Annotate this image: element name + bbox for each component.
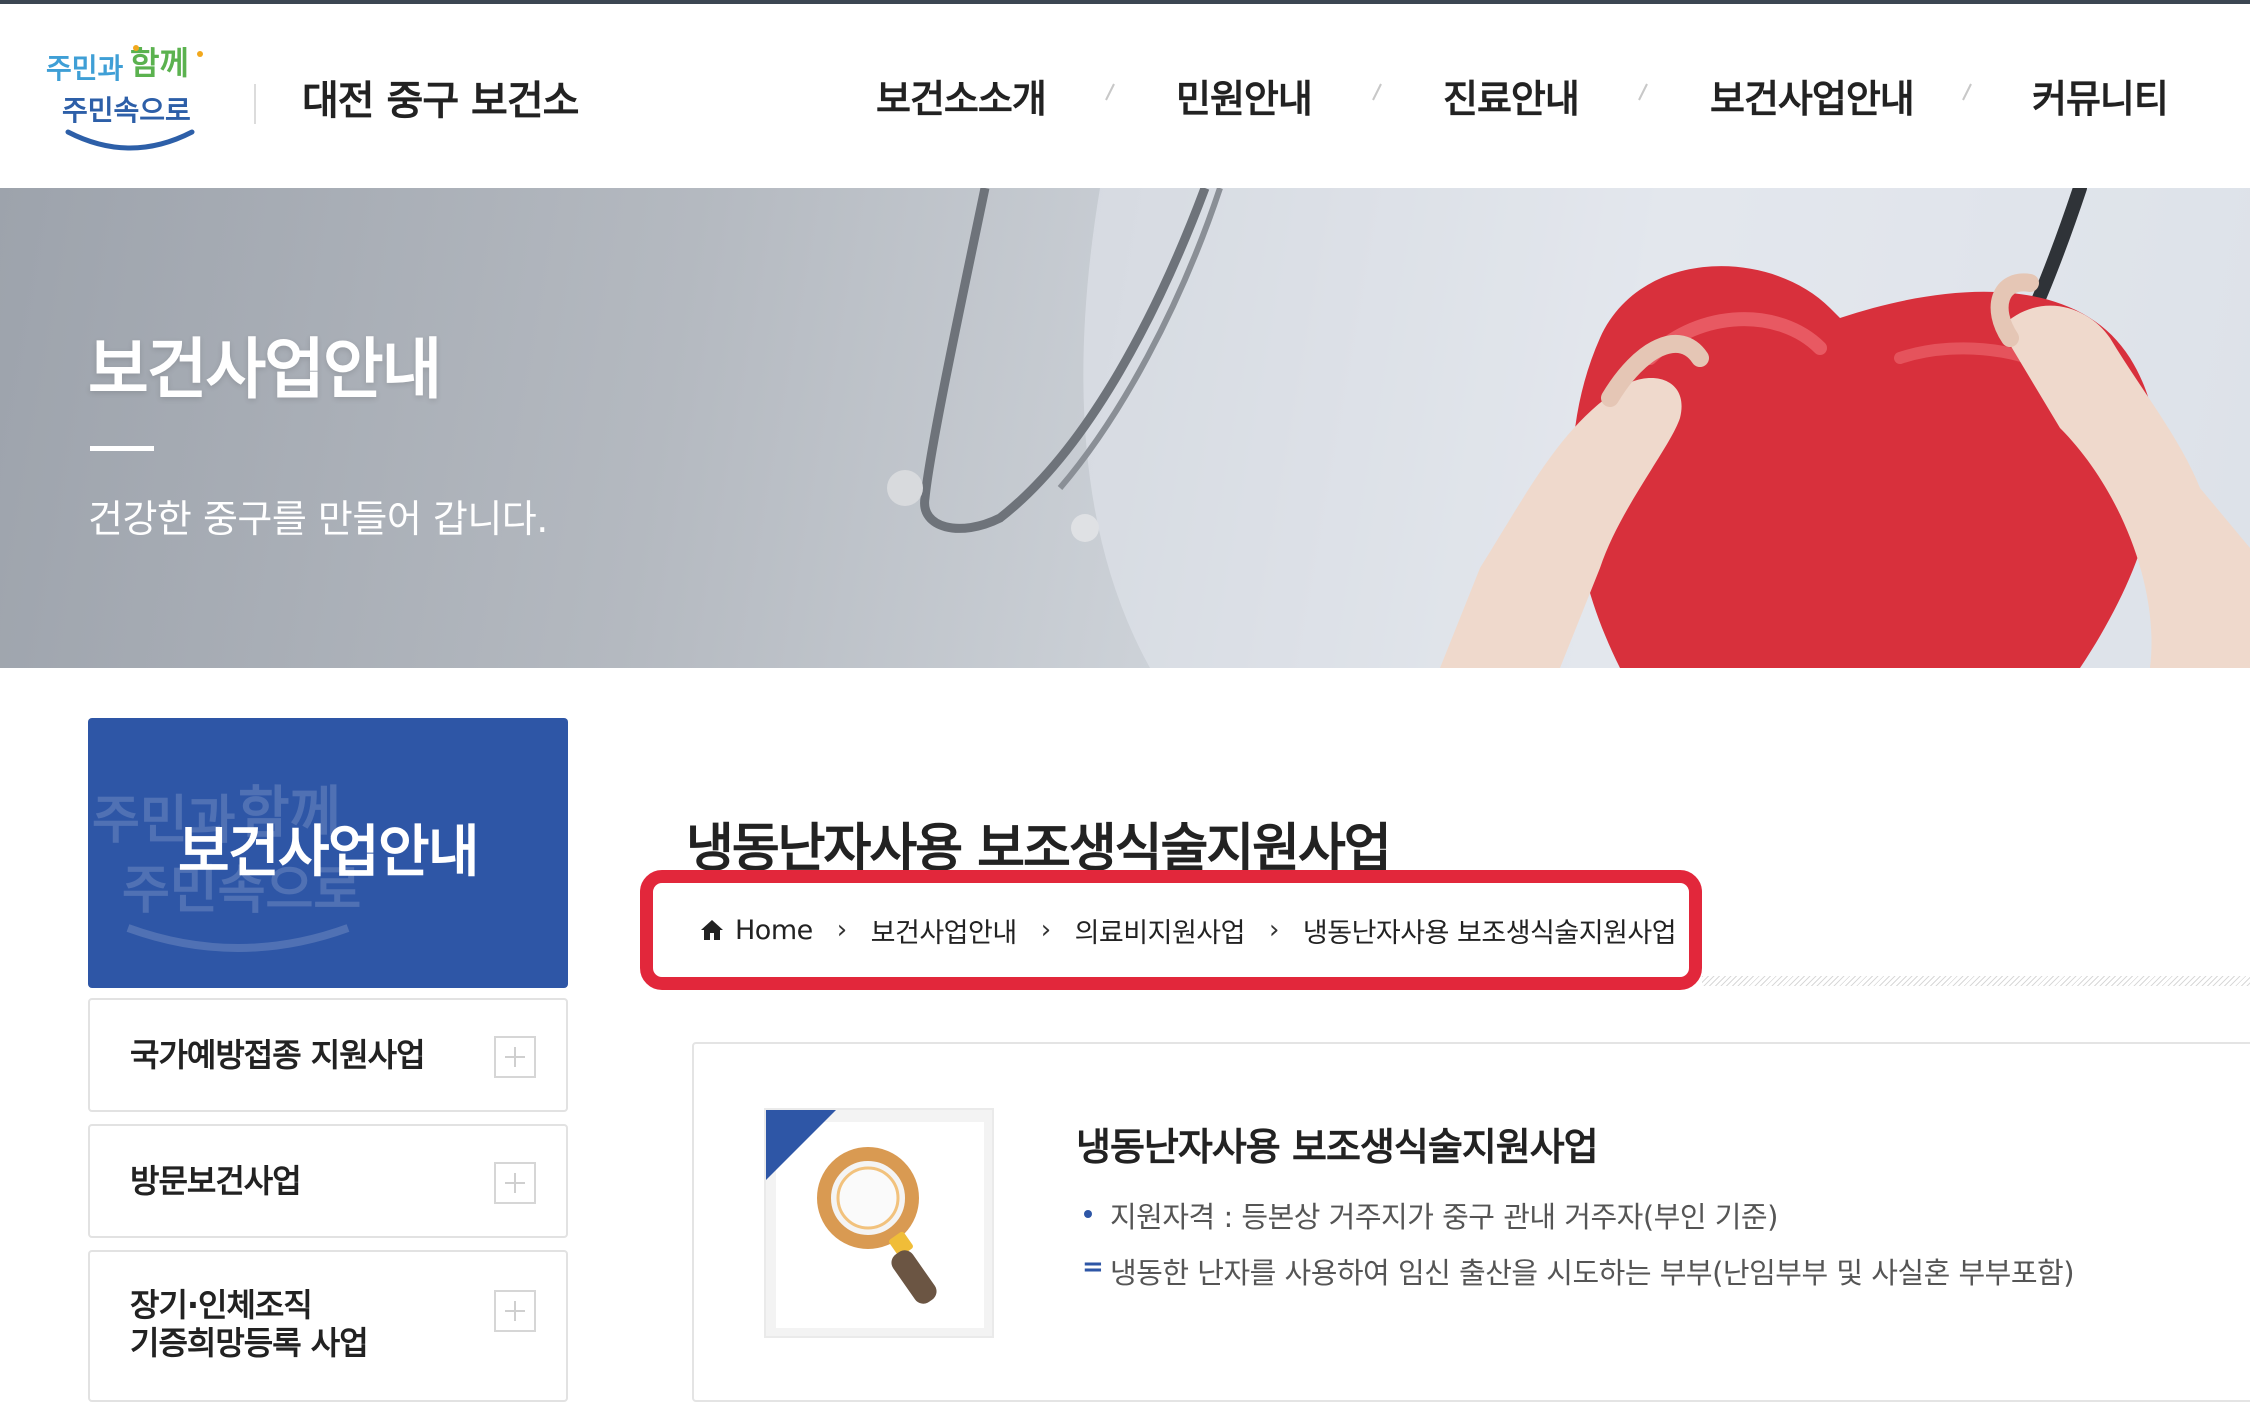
plus-icon[interactable] xyxy=(494,1036,536,1078)
side-item-label: 국가예방접종 지원사업 xyxy=(130,1036,426,1074)
bullet-dot xyxy=(1084,1210,1092,1218)
side-item-vaccination[interactable]: 국가예방접종 지원사업 xyxy=(88,998,568,1112)
plus-icon[interactable] xyxy=(494,1162,536,1204)
side-item-label: 장기·인체조직 기증희망등록 사업 xyxy=(130,1286,369,1362)
side-menu-title: 보건사업안내 xyxy=(177,820,480,885)
side-item-label: 방문보건사업 xyxy=(130,1162,302,1200)
card-line-target: 냉동한 난자를 사용하여 임신 출산을 시도하는 부부(난임부부 및 사실혼 부… xyxy=(1110,1256,2075,1290)
nav-separator xyxy=(1638,83,1648,101)
breadcrumb-separator: › xyxy=(1268,915,1279,945)
breadcrumb-separator: › xyxy=(836,915,847,945)
side-item-organ-donation[interactable]: 장기·인체조직 기증희망등록 사업 xyxy=(88,1250,568,1402)
breadcrumb-level-1[interactable]: 보건사업안내 xyxy=(871,911,1018,950)
breadcrumb-highlight-box: Home › 보건사업안내 › 의료비지원사업 › 냉동난자사용 보조생식술지원… xyxy=(640,870,1702,990)
nav-item-about[interactable]: 보건소소개 xyxy=(876,68,1047,123)
breadcrumb-level-2[interactable]: 의료비지원사업 xyxy=(1075,911,1246,950)
nav-item-civil[interactable]: 민원안내 xyxy=(1176,68,1313,123)
nav-item-clinic[interactable]: 진료안내 xyxy=(1443,68,1580,123)
nav-separator xyxy=(1372,83,1382,101)
nav-separator xyxy=(1962,83,1972,101)
hero-heart-stethoscope-image xyxy=(887,188,2250,668)
nav-item-health-program[interactable]: 보건사업안내 xyxy=(1710,68,1915,123)
plus-icon[interactable] xyxy=(494,1290,536,1332)
breadcrumb: Home › 보건사업안내 › 의료비지원사업 › 냉동난자사용 보조생식술지원… xyxy=(699,883,1677,977)
card-line-eligibility: 지원자격 : 등본상 거주지가 중구 관내 거주자(부인 기준) xyxy=(1110,1200,1778,1234)
magnifier-icon xyxy=(817,1147,937,1304)
breadcrumb-home[interactable]: Home xyxy=(735,915,813,946)
site-header: 주민과 함께 주민속으로 대전 중구 보건소 보건소소개 민원안내 진료안내 보… xyxy=(0,4,2250,188)
nav-separator xyxy=(1105,83,1115,101)
bullet-mark: = xyxy=(1082,1252,1104,1282)
breadcrumb-hatch-divider xyxy=(1702,976,2250,986)
hero-title: 보건사업안내 xyxy=(88,331,442,408)
card-title: 냉동난자사용 보조생식술지원사업 xyxy=(1076,1125,1599,1169)
hero-subtitle: 건강한 중구를 만들어 갑니다. xyxy=(88,497,548,541)
side-menu-header: 주민과 함께 주민속으로 보건사업안내 xyxy=(88,718,568,988)
nav-item-community[interactable]: 커뮤니티 xyxy=(2032,68,2169,123)
hero-divider xyxy=(90,446,154,451)
hero-banner: 보건사업안내 건강한 중구를 만들어 갑니다. xyxy=(0,188,2250,668)
home-icon[interactable] xyxy=(699,918,725,942)
program-thumbnail xyxy=(764,1108,994,1338)
side-item-home-visit[interactable]: 방문보건사업 xyxy=(88,1124,568,1238)
breadcrumb-separator: › xyxy=(1040,915,1051,945)
main-navigation: 보건소소개 민원안내 진료안내 보건사업안내 커뮤니티 xyxy=(0,68,2250,128)
breadcrumb-current[interactable]: 냉동난자사용 보조생식술지원사업 xyxy=(1303,911,1677,950)
